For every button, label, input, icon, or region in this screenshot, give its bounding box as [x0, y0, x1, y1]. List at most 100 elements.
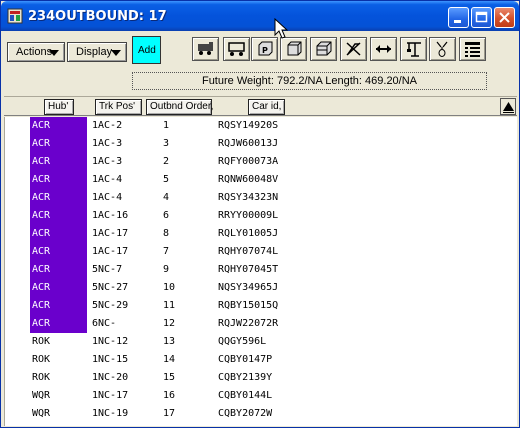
table-row[interactable]: ACR 1AC-16 6 RRYY00009L	[5, 207, 517, 225]
crane-button[interactable]	[400, 37, 427, 61]
table-row[interactable]: ACR 5NC-27 10 NQSY34965J	[5, 279, 517, 297]
cell-trk-pos: 1AC-4	[92, 192, 123, 203]
cell-outbnd-order: 2	[163, 156, 170, 167]
cell-car-id: RQNW60048V	[218, 174, 279, 185]
cell-outbnd-order: 15	[163, 372, 176, 383]
cell-car-id: NQSY34965J	[218, 282, 279, 293]
cell-hub: ACR	[30, 225, 87, 243]
scroll-up-button[interactable]	[500, 98, 516, 115]
plate-icon: P	[258, 41, 273, 56]
cell-car-id: CQBY2072W	[218, 408, 273, 419]
cell-hub: WQR	[32, 390, 51, 401]
table-row[interactable]: ACR 1AC-17 8 RQLY01005J	[5, 225, 517, 243]
table-row[interactable]: ACR 1AC-2 1 RQSY14920S	[5, 117, 517, 135]
table-row[interactable]: ACR 1AC-17 7 RQHY07074L	[5, 243, 517, 261]
cell-outbnd-order: 4	[163, 192, 170, 203]
cell-trk-pos: 1AC-3	[92, 138, 123, 149]
cell-hub: ACR	[30, 171, 87, 189]
table-row[interactable]: ACR 1AC-3 3 RQJW60013J	[5, 135, 517, 153]
column-header-trk-pos[interactable]: Trk Pos'	[95, 99, 142, 115]
cell-car-id: RQHY07045T	[218, 264, 279, 275]
table-row[interactable]: ACR 6NC- 12 RQJW22072R	[5, 315, 517, 333]
table-row[interactable]: WQR 1NC-17 16 CQBY0144L	[5, 387, 517, 405]
close-button[interactable]	[494, 7, 515, 28]
table-row[interactable]: ACR 5NC-7 9 RQHY07045T	[5, 261, 517, 279]
chevron-down-icon	[111, 50, 121, 56]
cell-car-id: RQHY07074L	[218, 246, 279, 257]
cell-car-id: RQSY34323N	[218, 192, 279, 203]
table-row[interactable]: ACR 5NC-29 11 RQBY15015Q	[5, 297, 517, 315]
container-button[interactable]	[310, 37, 337, 61]
cube-icon	[287, 41, 302, 56]
grid-header: Hub' Trk Pos' Outbnd Order, Car id,	[4, 96, 517, 116]
container-icon	[316, 41, 332, 56]
add-button[interactable]: Add	[132, 36, 161, 64]
cell-outbnd-order: 16	[163, 390, 176, 401]
table-row[interactable]: ROK 1NC-15 14 CQBY0147P	[5, 351, 517, 369]
add-label: Add	[138, 45, 156, 56]
minimize-button[interactable]	[448, 7, 469, 28]
grid-list-icon	[465, 42, 480, 57]
horizontal-arrows-button[interactable]	[370, 37, 397, 61]
weight-icon	[436, 41, 448, 57]
cell-trk-pos: 1NC-17	[92, 390, 129, 401]
cell-trk-pos: 1AC-16	[92, 210, 129, 221]
column-header-hub[interactable]: Hub'	[44, 99, 74, 115]
table-row[interactable]: ACR 1AC-4 4 RQSY34323N	[5, 189, 517, 207]
title-bar[interactable]: 234OUTBOUND: 17	[1, 1, 519, 31]
window-title: 234OUTBOUND: 17	[28, 9, 167, 24]
cube-button[interactable]	[280, 37, 307, 61]
cell-trk-pos: 1NC-19	[92, 408, 129, 419]
cell-car-id: RQJW60013J	[218, 138, 279, 149]
table-row[interactable]: ROK 1NC-20 15 CQBY2139Y	[5, 369, 517, 387]
actions-label: Actions	[16, 46, 53, 58]
grid-list-button[interactable]	[459, 37, 486, 61]
display-label: Display	[76, 46, 113, 58]
actions-dropdown[interactable]: Actions	[7, 42, 65, 62]
table-row[interactable]: ACR 1AC-4 5 RQNW60048V	[5, 171, 517, 189]
weight-button[interactable]	[429, 37, 456, 61]
railcar-engine-icon	[198, 42, 213, 55]
cell-car-id: RQBY15015Q	[218, 300, 279, 311]
cell-car-id: CQBY2139Y	[218, 372, 273, 383]
table-row[interactable]: ACR 1AC-3 2 RQFY00073A	[5, 153, 517, 171]
cell-hub: ROK	[32, 336, 51, 347]
plate-button[interactable]: P	[251, 37, 278, 61]
cell-car-id: RRYY00009L	[218, 210, 279, 221]
maximize-button[interactable]	[471, 7, 492, 28]
cell-outbnd-order: 13	[163, 336, 176, 347]
cell-trk-pos: 6NC-	[92, 318, 117, 329]
cell-trk-pos: 5NC-7	[92, 264, 123, 275]
cell-hub: ACR	[30, 189, 87, 207]
cell-hub: ACR	[30, 297, 87, 315]
cell-trk-pos: 1AC-17	[92, 228, 129, 239]
cell-outbnd-order: 1	[163, 120, 170, 131]
weight-length-status: Future Weight: 792.2/NA Length: 469.20/N…	[132, 72, 487, 90]
cell-car-id: CQBY0144L	[218, 390, 273, 401]
table-row[interactable]: ROK 1NC-12 13 QQGY596L	[5, 333, 517, 351]
app-icon	[7, 8, 23, 24]
flatcar-icon	[228, 42, 245, 56]
svg-text:P: P	[262, 46, 268, 55]
cell-outbnd-order: 10	[163, 282, 176, 293]
triangle-up-icon	[503, 102, 514, 113]
column-header-car-id[interactable]: Car id,	[248, 99, 285, 115]
cell-hub: ACR	[30, 153, 87, 171]
cell-hub: WQR	[32, 408, 51, 419]
status-text: Future Weight: 792.2/NA Length: 469.20/N…	[201, 75, 418, 87]
flatcar-button[interactable]	[223, 37, 250, 61]
cell-outbnd-order: 9	[163, 264, 170, 275]
railcar-engine-button[interactable]	[192, 37, 219, 61]
column-header-outbnd-order[interactable]: Outbnd Order,	[146, 99, 213, 115]
display-dropdown[interactable]: Display	[67, 42, 127, 62]
no-entry-button[interactable]	[340, 37, 367, 61]
table-row[interactable]: WQR 1NC-19 17 CQBY2072W	[5, 405, 517, 423]
cell-hub: ACR	[30, 207, 87, 225]
cell-outbnd-order: 7	[163, 246, 170, 257]
chevron-down-icon	[49, 50, 59, 56]
mouse-pointer-icon	[274, 18, 288, 39]
cell-hub: ACR	[30, 243, 87, 261]
outbound-window: 234OUTBOUND: 17 Actions Display Add P Fu…	[0, 0, 520, 428]
cell-hub: ACR	[30, 135, 87, 153]
outbound-car-grid: ACR 1AC-2 1 RQSY14920S ACR 1AC-3 3 RQJW60013J AC…	[4, 117, 517, 426]
